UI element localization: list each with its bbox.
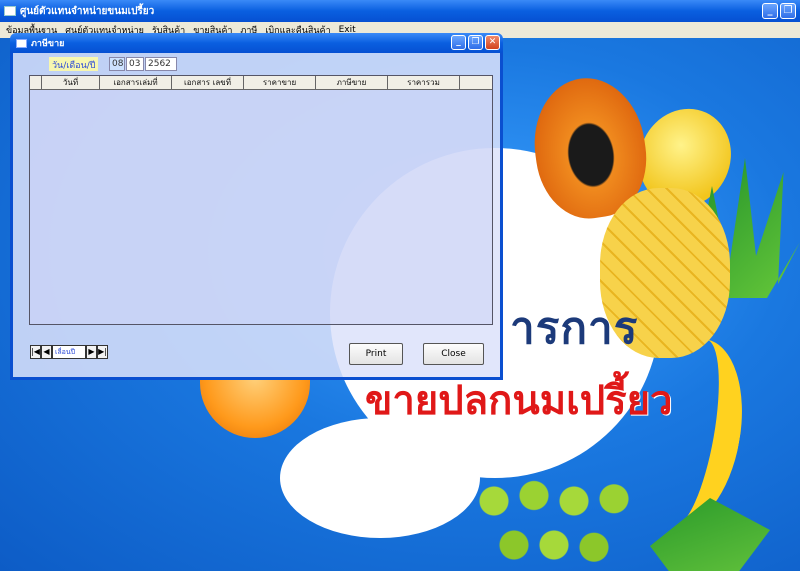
column-header-tax[interactable]: ภาษีขาย (316, 76, 388, 89)
last-record-button[interactable]: ▶| (97, 345, 108, 359)
grapes-fruit (470, 468, 670, 571)
app-icon (4, 6, 16, 16)
child-titlebar: ภาษีขาย _ ❐ ✕ (10, 33, 503, 53)
first-record-button[interactable]: |◀ (30, 345, 41, 359)
child-minimize-button[interactable]: _ (451, 35, 466, 50)
sales-tax-window: ภาษีขาย _ ❐ ✕ วัน/เดือน/ปี 08 03 2562 วั… (10, 33, 503, 380)
print-button[interactable]: Print (349, 343, 403, 365)
column-header-total[interactable]: ราคารวม (388, 76, 460, 89)
navigator-caption: เลื่อนปี (52, 345, 86, 359)
child-window-title: ภาษีขาย (31, 39, 65, 49)
month-field[interactable]: 03 (126, 57, 144, 71)
child-close-button[interactable]: ✕ (485, 35, 500, 50)
row-selector-header (30, 76, 42, 89)
date-label: วัน/เดือน/ปี (49, 57, 99, 71)
column-header-date[interactable]: วันที่ (42, 76, 100, 89)
app-title: ศูนย์ตัวแทนจำหน่ายขนมเปรี้ยว (20, 5, 155, 17)
child-maximize-button[interactable]: ❐ (468, 35, 483, 50)
milk-splash-lower (280, 418, 480, 538)
sales-tax-grid[interactable]: วันที่ เอกสารเล่มที่ เอกสาร เลขที่ ราคาข… (29, 75, 493, 325)
grid-header: วันที่ เอกสารเล่มที่ เอกสาร เลขที่ ราคาข… (30, 76, 492, 90)
column-header-book-no[interactable]: เอกสารเล่มที่ (100, 76, 172, 89)
year-field[interactable]: 2562 (145, 57, 177, 71)
column-header-price[interactable]: ราคาขาย (244, 76, 316, 89)
child-window-controls: _ ❐ ✕ (451, 35, 500, 50)
orange-fruit (200, 378, 310, 438)
window-icon (16, 38, 27, 48)
app-window-controls: _ ❐ (762, 3, 796, 19)
record-navigator: |◀ ◀ เลื่อนปี ▶ ▶| (30, 345, 108, 359)
prev-record-button[interactable]: ◀ (41, 345, 52, 359)
day-field[interactable]: 08 (109, 57, 125, 71)
close-button[interactable]: Close (423, 343, 484, 365)
minimize-button[interactable]: _ (762, 3, 778, 19)
app-titlebar: ศูนย์ตัวแทนจำหน่ายขนมเปรี้ยว _ ❐ (0, 0, 800, 22)
hero-title-line1: ารการ (510, 303, 639, 354)
next-record-button[interactable]: ▶ (86, 345, 97, 359)
column-header-doc-no[interactable]: เอกสาร เลขที่ (172, 76, 244, 89)
restore-button[interactable]: ❐ (780, 3, 796, 19)
